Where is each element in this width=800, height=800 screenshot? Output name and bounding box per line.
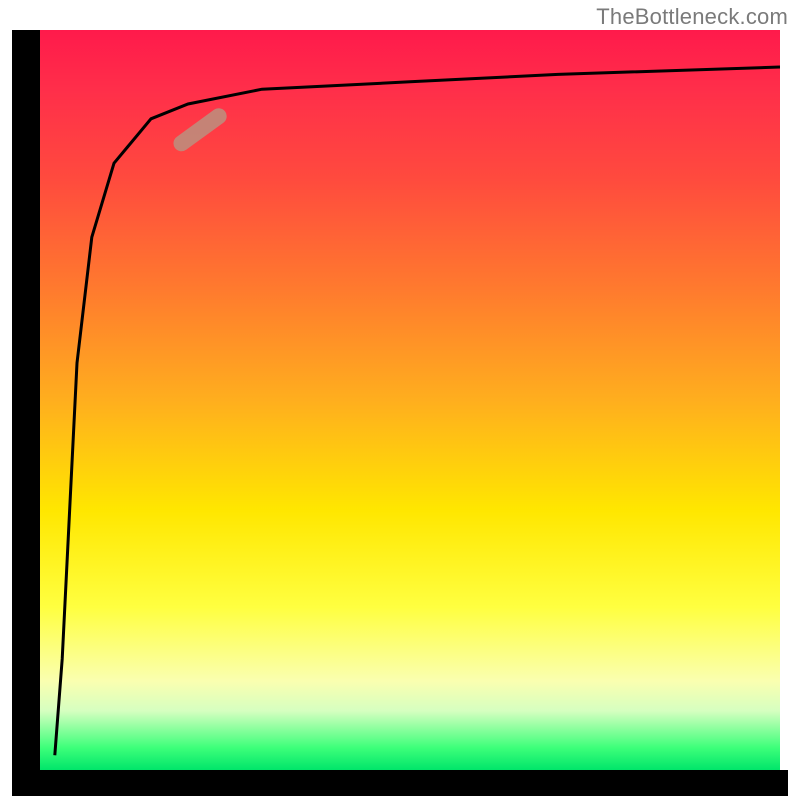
y-axis <box>12 30 40 770</box>
x-axis <box>12 770 788 796</box>
attribution-label: TheBottleneck.com <box>596 4 788 30</box>
plot-area <box>40 30 780 770</box>
curve-path <box>55 67 780 755</box>
bottleneck-curve <box>40 30 780 770</box>
chart-frame: TheBottleneck.com <box>0 0 800 800</box>
